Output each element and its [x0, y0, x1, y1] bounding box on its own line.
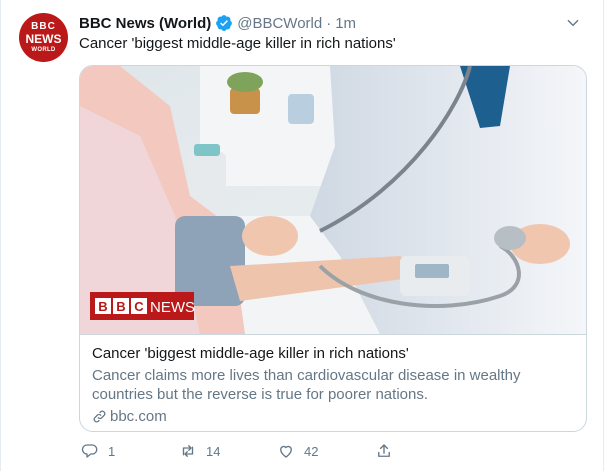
card-photo: B B C NEWS [80, 66, 586, 334]
retweet-icon [177, 440, 199, 462]
retweet-count: 14 [206, 443, 221, 459]
share-icon [373, 440, 395, 462]
avatar-text-news: NEWS [25, 32, 62, 46]
avatar-text-bbc: BBC [31, 21, 56, 32]
reply-count: 1 [108, 443, 116, 459]
link-card[interactable]: B B C NEWS Cancer 'biggest middle-age ki… [79, 65, 587, 432]
author-name[interactable]: BBC News (World) [79, 15, 211, 32]
link-icon [92, 409, 107, 424]
like-count: 42 [304, 443, 319, 459]
tweet[interactable]: BBC NEWS WORLD BBC News (World) @BBCWorl… [0, 0, 604, 471]
card-image[interactable]: B B C NEWS [80, 66, 586, 334]
separator-dot: · [326, 14, 332, 32]
heart-icon [275, 440, 297, 462]
logo-letter-b2: B [116, 299, 125, 314]
tweet-header: BBC News (World) @BBCWorld · 1m [79, 13, 583, 33]
author-handle[interactable]: @BBCWorld [237, 15, 322, 32]
chevron-down-icon[interactable] [563, 13, 583, 33]
tweet-timestamp[interactable]: 1m [335, 15, 356, 32]
bbc-news-logo: B B C NEWS [90, 292, 195, 320]
logo-news-word: NEWS [150, 299, 195, 316]
card-title: Cancer 'biggest middle-age killer in ric… [92, 345, 409, 362]
retweet-button[interactable]: 14 [177, 439, 220, 463]
reply-icon [79, 440, 101, 462]
logo-letter-b1: B [98, 299, 107, 314]
card-body[interactable]: Cancer 'biggest middle-age killer in ric… [80, 334, 586, 431]
card-domain[interactable]: bbc.com [92, 407, 574, 426]
verified-badge-icon [215, 14, 233, 32]
logo-letter-c: C [134, 299, 144, 314]
tweet-text: Cancer 'biggest middle-age killer in ric… [79, 35, 396, 52]
card-description: Cancer claims more lives than cardiovasc… [92, 367, 521, 403]
tweet-actions: 1 14 42 [79, 439, 399, 463]
avatar[interactable]: BBC NEWS WORLD [19, 13, 68, 62]
card-domain-text: bbc.com [110, 408, 167, 425]
like-button[interactable]: 42 [275, 439, 318, 463]
share-button[interactable] [373, 439, 395, 463]
avatar-text-world: WORLD [31, 47, 56, 53]
reply-button[interactable]: 1 [79, 439, 115, 463]
